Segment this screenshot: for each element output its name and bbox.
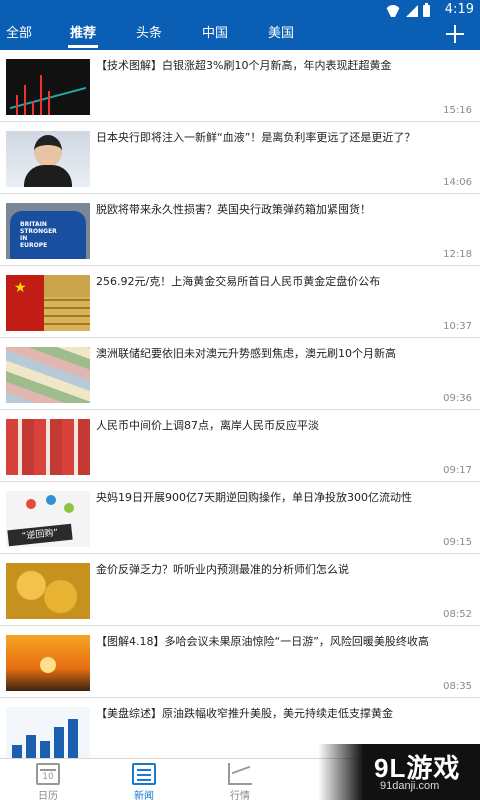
- news-thumbnail: [6, 563, 90, 619]
- news-title: 金价反弹乏力？听听业内预测最准的分析师们怎么说: [96, 563, 349, 576]
- watermark-url: 91danji.com: [380, 780, 440, 792]
- news-time: 08:52: [443, 609, 472, 620]
- status-bar: 4:19: [0, 0, 480, 20]
- news-title: 【图解4.18】多哈会议未果原油惊险“一日游”，风险回暖美股终收高: [96, 635, 429, 648]
- nav-label: 新闻: [134, 791, 154, 800]
- list-item[interactable]: ★ 256.92元/克！上海黄金交易所首日人民币黄金定盘价公布 10:37: [0, 266, 480, 338]
- news-thumbnail: [6, 131, 90, 187]
- news-title: 人民币中间价上调87点，离岸人民币反应平淡: [96, 419, 319, 432]
- tab-usa[interactable]: 美国: [268, 20, 294, 50]
- news-time: 09:36: [443, 393, 472, 404]
- nav-market[interactable]: 行情: [200, 759, 280, 800]
- nav-news[interactable]: 新闻: [104, 759, 184, 800]
- nav-label: 日历: [38, 791, 58, 800]
- news-thumbnail: ★: [6, 275, 90, 331]
- news-icon: [132, 763, 156, 785]
- news-thumbnail: [6, 59, 90, 115]
- news-time: 10:37: [443, 321, 472, 332]
- site-watermark: 9L游戏 91danji.com: [318, 744, 480, 800]
- nav-label: 行情: [230, 791, 250, 800]
- signal-icon: [406, 5, 418, 17]
- chart-icon: [228, 763, 252, 785]
- list-item[interactable]: 【图解4.18】多哈会议未果原油惊险“一日游”，风险回暖美股终收高 08:35: [0, 626, 480, 698]
- tab-label: 头条: [136, 26, 163, 41]
- news-title: 央妈19日开展900亿7天期逆回购操作，单日净投放300亿流动性: [96, 491, 412, 504]
- news-time: 08:35: [443, 681, 472, 692]
- tab-china[interactable]: 中国: [202, 20, 228, 50]
- news-time: 15:16: [443, 105, 472, 116]
- news-thumbnail: [6, 707, 90, 758]
- nav-calendar[interactable]: 10 日历: [8, 759, 88, 800]
- news-list: 【技术图解】白银涨超3%刷10个月新高，年内表现赶超黄金 15:16 日本央行即…: [0, 50, 480, 758]
- news-thumbnail: [6, 635, 90, 691]
- news-title: 256.92元/克！上海黄金交易所首日人民币黄金定盘价公布: [96, 275, 381, 288]
- tab-label: 推荐: [70, 26, 97, 41]
- news-time: 09:17: [443, 465, 472, 476]
- battery-icon: [423, 3, 430, 17]
- tab-all[interactable]: 全部: [6, 20, 32, 50]
- news-title: 脱欧将带来永久性损害？英国央行政策弹药箱加紧囤货！: [96, 203, 371, 216]
- list-item[interactable]: BRITAIN STRONGER IN EUROPE 脱欧将带来永久性损害？英国央行政…: [0, 194, 480, 266]
- calendar-icon-number: 10: [42, 772, 54, 782]
- news-thumbnail: [6, 419, 90, 475]
- news-time: 12:18: [443, 249, 472, 260]
- news-time: 14:06: [443, 177, 472, 188]
- category-tab-bar: 全部 推荐 头条 中国 美国: [0, 20, 480, 50]
- tab-recommended[interactable]: 推荐: [68, 20, 99, 50]
- news-title: 澳洲联储纪要依旧未对澳元升势感到焦虑，澳元刷10个月新高: [96, 347, 396, 360]
- tab-label: 美国: [268, 26, 295, 41]
- news-title: 日本央行即将注入一新鲜“血液”！是离负利率更远了还是更近了？: [96, 131, 416, 144]
- news-time: 09:15: [443, 537, 472, 548]
- active-tab-indicator: [68, 45, 99, 48]
- news-title: 【技术图解】白银涨超3%刷10个月新高，年内表现赶超黄金: [96, 59, 392, 72]
- list-item[interactable]: 人民币中间价上调87点，离岸人民币反应平淡 09:17: [0, 410, 480, 482]
- wifi-icon: [385, 5, 401, 17]
- tab-label: 全部: [6, 26, 33, 41]
- list-item[interactable]: 金价反弹乏力？听听业内预测最准的分析师们怎么说 08:52: [0, 554, 480, 626]
- news-thumbnail: “逆回购”: [6, 491, 90, 547]
- tab-label: 中国: [202, 26, 229, 41]
- calendar-icon: 10: [36, 763, 60, 785]
- list-item[interactable]: 【技术图解】白银涨超3%刷10个月新高，年内表现赶超黄金 15:16: [0, 50, 480, 122]
- status-time: 4:19: [444, 2, 474, 17]
- news-title: 【美盘综述】原油跌幅收窄推升美股，美元持续走低支撑黄金: [96, 707, 393, 720]
- list-item[interactable]: 澳洲联储纪要依旧未对澳元升势感到焦虑，澳元刷10个月新高 09:36: [0, 338, 480, 410]
- status-icons: [385, 3, 430, 17]
- news-thumbnail: BRITAIN STRONGER IN EUROPE: [6, 203, 90, 259]
- news-thumbnail: [6, 347, 90, 403]
- tab-headlines[interactable]: 头条: [136, 20, 162, 50]
- list-item[interactable]: “逆回购” 央妈19日开展900亿7天期逆回购操作，单日净投放300亿流动性 0…: [0, 482, 480, 554]
- add-channel-button[interactable]: [444, 23, 466, 45]
- list-item[interactable]: 日本央行即将注入一新鲜“血液”！是离负利率更远了还是更近了？ 14:06: [0, 122, 480, 194]
